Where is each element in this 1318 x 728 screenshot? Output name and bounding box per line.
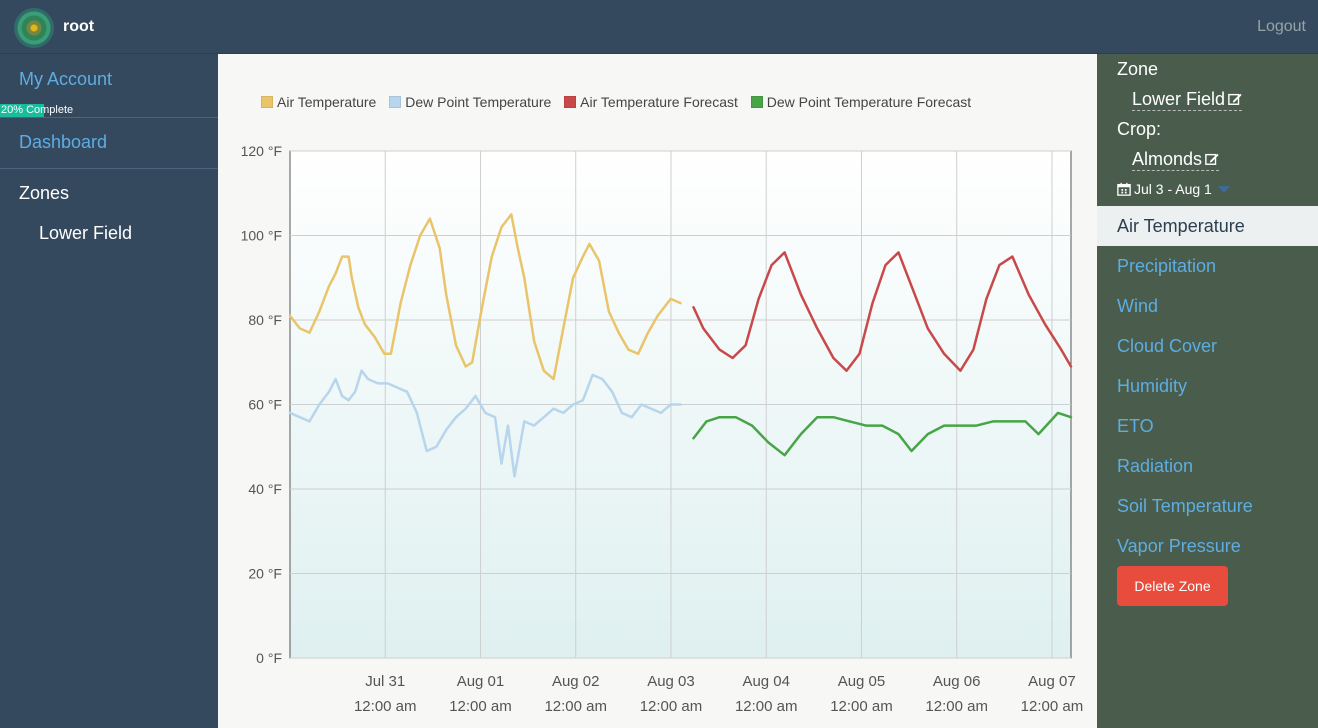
metric-item-air-temperature[interactable]: Air Temperature (1097, 206, 1318, 246)
dashboard-link[interactable]: Dashboard (19, 132, 107, 153)
x-tick-date: Aug 07 (1028, 673, 1076, 690)
x-tick-date: Aug 01 (457, 673, 505, 690)
y-tick-label: 0 °F (256, 650, 282, 666)
chart-panel: Air Temperature Dew Point Temperature Ai… (218, 54, 1097, 728)
x-tick-date: Jul 31 (365, 673, 405, 690)
metric-item-cloud-cover[interactable]: Cloud Cover (1097, 326, 1318, 366)
calendar-icon (1117, 182, 1131, 196)
x-tick-date: Aug 02 (552, 673, 600, 690)
crop-value[interactable]: Almonds (1132, 149, 1220, 171)
y-tick-label: 120 °F (241, 143, 282, 159)
zones-heading: Zones (19, 183, 70, 203)
metric-item-radiation[interactable]: Radiation (1097, 446, 1318, 486)
edit-icon[interactable] (1205, 152, 1219, 166)
y-tick-label: 40 °F (248, 481, 282, 497)
y-tick-label: 100 °F (241, 228, 282, 244)
x-tick-date: Aug 05 (838, 673, 886, 690)
logo-icon[interactable] (14, 8, 54, 48)
y-tick-label: 20 °F (248, 566, 282, 582)
my-account-link[interactable]: My Account (19, 69, 112, 90)
x-tick-time: 12:00 am (640, 698, 703, 715)
sidebar-item-lower-field[interactable]: Lower Field (39, 223, 132, 244)
right-sidebar: Zone Lower Field Crop: Almonds Jul 3 - A… (1097, 54, 1318, 728)
x-tick-time: 12:00 am (544, 698, 607, 715)
sidebar-divider (0, 117, 218, 118)
crop-name: Almonds (1132, 149, 1203, 169)
metric-item-eto[interactable]: ETO (1097, 406, 1318, 446)
edit-icon[interactable] (1228, 92, 1242, 106)
crop-label: Crop: (1117, 119, 1162, 139)
y-tick-label: 80 °F (248, 312, 282, 328)
sidebar-divider (0, 168, 218, 169)
metric-item-wind[interactable]: Wind (1097, 286, 1318, 326)
x-tick-time: 12:00 am (735, 698, 798, 715)
x-tick-date: Aug 03 (647, 673, 695, 690)
left-sidebar: My Account 20% Complete Dashboard Zones … (0, 54, 218, 728)
x-tick-time: 12:00 am (354, 698, 417, 715)
date-range-picker[interactable]: Jul 3 - Aug 1 (1117, 181, 1230, 197)
progress-text: 20% Complete (1, 104, 74, 116)
x-tick-time: 12:00 am (830, 698, 893, 715)
account-progress-bar: 20% Complete (0, 104, 76, 117)
zone-value[interactable]: Lower Field (1132, 89, 1243, 111)
brand-name[interactable]: root (63, 18, 94, 36)
delete-zone-button[interactable]: Delete Zone (1117, 566, 1228, 606)
x-tick-date: Aug 04 (742, 673, 790, 690)
x-tick-time: 12:00 am (1021, 698, 1084, 715)
metric-item-humidity[interactable]: Humidity (1097, 366, 1318, 406)
date-range-text: Jul 3 - Aug 1 (1134, 181, 1212, 197)
metric-item-precipitation[interactable]: Precipitation (1097, 246, 1318, 286)
chevron-down-icon (1217, 186, 1230, 193)
temperature-line-chart[interactable]: 0 °F 20 °F 40 °F 60 °F 80 °F 100 °F 120 °F Jul … (218, 54, 1097, 728)
metric-item-vapor-pressure[interactable]: Vapor Pressure (1097, 526, 1318, 566)
zone-name: Lower Field (1132, 89, 1226, 109)
x-tick-date: Aug 06 (933, 673, 981, 690)
x-tick-time: 12:00 am (925, 698, 988, 715)
x-tick-time: 12:00 am (449, 698, 512, 715)
logout-link[interactable]: Logout (1257, 18, 1306, 36)
y-tick-label: 60 °F (248, 397, 282, 413)
top-navbar: root Logout (0, 0, 1318, 54)
zone-label: Zone (1117, 59, 1159, 79)
metric-item-soil-temperature[interactable]: Soil Temperature (1097, 486, 1318, 526)
